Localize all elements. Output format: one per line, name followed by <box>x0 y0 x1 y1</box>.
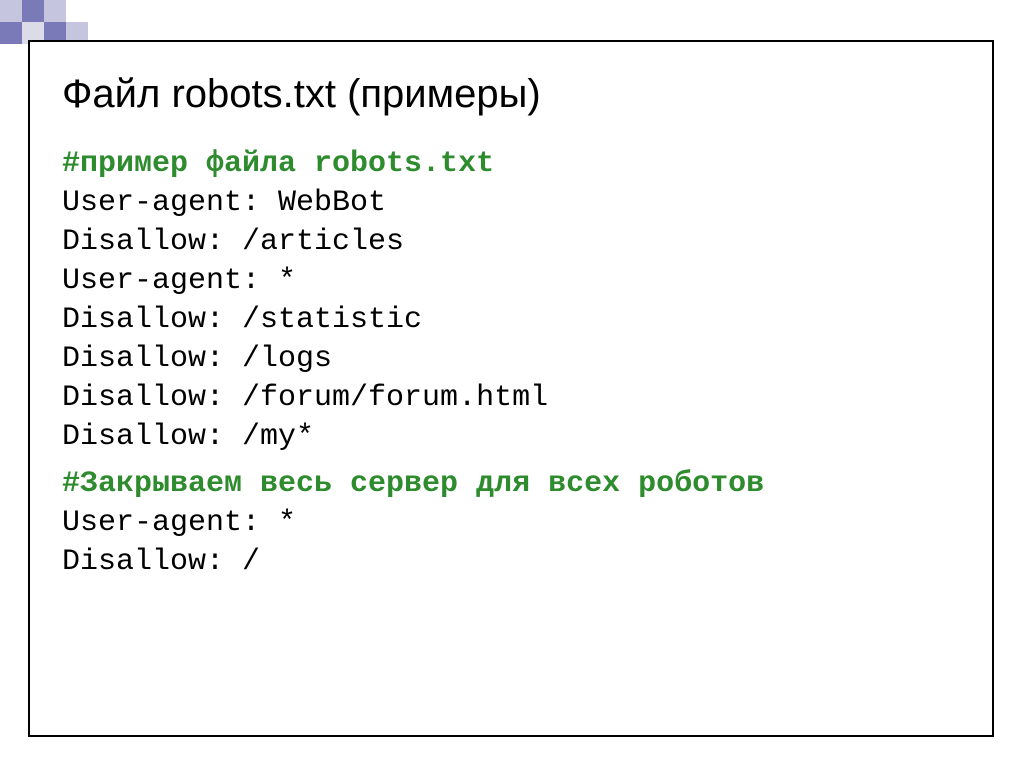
code-block-1: #пример файла robots.txt User-agent: Web… <box>62 145 960 457</box>
code-line: User-agent: * <box>62 262 960 301</box>
code-comment: #пример файла robots.txt <box>62 145 960 184</box>
code-line: User-agent: WebBot <box>62 184 960 223</box>
deco-square <box>0 22 22 44</box>
code-line: Disallow: / <box>62 543 960 582</box>
deco-square <box>44 0 66 22</box>
code-line: User-agent: * <box>62 504 960 543</box>
deco-square <box>22 0 44 22</box>
code-line: Disallow: /forum/forum.html <box>62 379 960 418</box>
slide-content-frame: Файл robots.txt (примеры) #пример файла … <box>28 40 994 737</box>
deco-square <box>0 0 22 22</box>
code-line: Disallow: /logs <box>62 340 960 379</box>
code-line: Disallow: /my* <box>62 418 960 457</box>
corner-decoration <box>0 0 90 45</box>
code-comment: #Закрываем весь сервер для всех роботов <box>62 465 960 504</box>
code-line: Disallow: /statistic <box>62 301 960 340</box>
slide-title: Файл robots.txt (примеры) <box>62 72 960 117</box>
code-block-2: #Закрываем весь сервер для всех роботов … <box>62 465 960 582</box>
code-line: Disallow: /articles <box>62 223 960 262</box>
section-gap <box>62 457 960 465</box>
